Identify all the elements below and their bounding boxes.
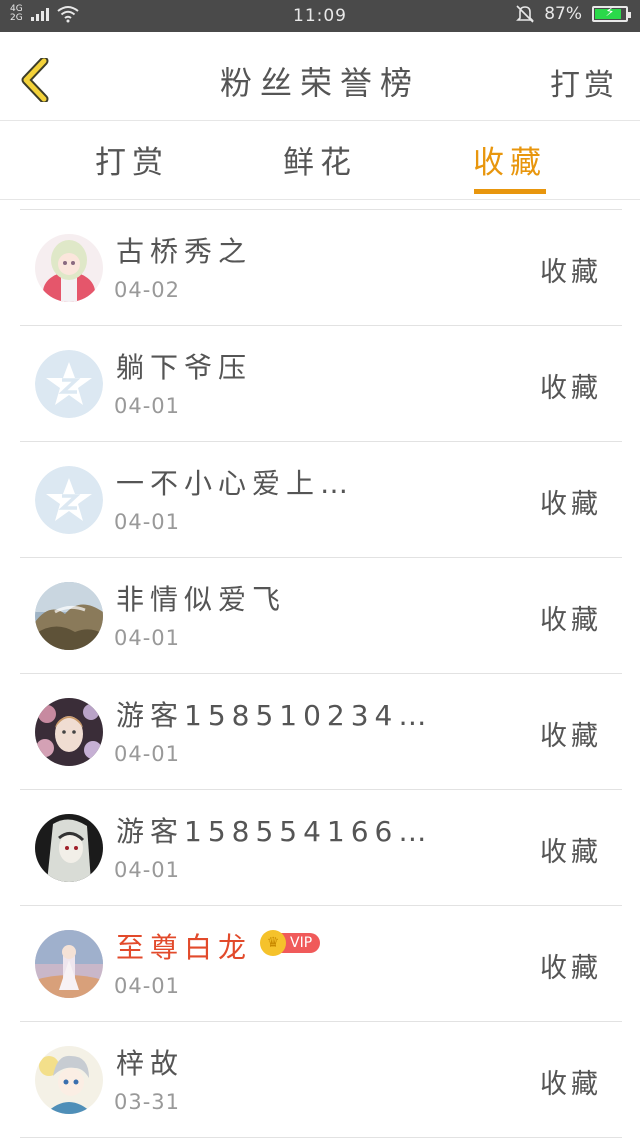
fan-date: 04-01 <box>114 858 181 882</box>
fan-name: 躺下爷压 <box>116 351 253 384</box>
charging-bolt-icon: ⚡ <box>605 5 615 20</box>
tab-reward[interactable]: 打赏 <box>62 137 202 182</box>
default-avatar-icon[interactable] <box>35 350 103 418</box>
default-avatar-icon[interactable] <box>35 466 103 534</box>
fan-date: 04-01 <box>114 510 181 534</box>
page-title: 粉丝荣誉榜 <box>219 64 420 102</box>
list-item[interactable]: 一不小心爱上… 04-01 收藏 <box>20 442 622 558</box>
fan-action: 收藏 <box>540 605 602 636</box>
avatar[interactable] <box>35 698 103 766</box>
fan-name-vip: 至尊白龙 <box>116 931 253 964</box>
battery-percent: 87% <box>544 4 582 24</box>
fan-name: 游客158510234… <box>116 699 433 732</box>
app-header: 粉丝荣誉榜 打赏 <box>0 32 640 121</box>
mute-bell-icon <box>516 5 535 23</box>
fan-action: 收藏 <box>540 953 602 984</box>
tab-favorites[interactable]: 收藏 <box>440 137 580 182</box>
vip-badge: ♛ VIP <box>260 930 321 956</box>
fan-list: 古桥秀之 04-02 收藏 躺下爷压 04-01 收藏 一不小心爱上… 04-0… <box>20 209 622 1138</box>
fan-name: 非情似爱飞 <box>116 583 287 616</box>
fan-action: 收藏 <box>540 837 602 868</box>
fan-action: 收藏 <box>540 489 602 520</box>
avatar[interactable] <box>35 814 103 882</box>
active-tab-indicator <box>474 189 546 194</box>
fan-date: 04-02 <box>114 278 181 302</box>
list-item[interactable]: 躺下爷压 04-01 收藏 <box>20 326 622 442</box>
fan-action: 收藏 <box>540 373 602 404</box>
tab-flowers[interactable]: 鲜花 <box>250 137 390 182</box>
avatar[interactable] <box>35 930 103 998</box>
fan-date: 04-01 <box>114 626 181 650</box>
list-item[interactable]: 古桥秀之 04-02 收藏 <box>20 210 622 326</box>
list-item[interactable]: 梓故 03-31 收藏 <box>20 1022 622 1138</box>
fan-action: 收藏 <box>540 257 602 288</box>
fan-date: 03-31 <box>114 1090 181 1114</box>
avatar[interactable] <box>35 582 103 650</box>
list-item[interactable]: 至尊白龙 ♛ VIP 04-01 收藏 <box>20 906 622 1022</box>
fan-name: 一不小心爱上… <box>116 467 355 500</box>
battery-icon: ⚡ <box>592 5 631 22</box>
status-bar: 4G 2G 11:09 87% ⚡ <box>0 0 640 32</box>
fan-date: 04-01 <box>114 742 181 766</box>
fan-date: 04-01 <box>114 974 181 998</box>
crown-icon: ♛ <box>260 930 286 956</box>
fan-action: 收藏 <box>540 1069 602 1100</box>
vip-label: VIP <box>280 933 321 953</box>
fan-action: 收藏 <box>540 721 602 752</box>
fan-name: 古桥秀之 <box>116 235 253 268</box>
reward-button[interactable]: 打赏 <box>550 60 618 104</box>
list-item[interactable]: 游客158510234… 04-01 收藏 <box>20 674 622 790</box>
fan-name: 梓故 <box>116 1047 185 1080</box>
list-item[interactable]: 游客158554166… 04-01 收藏 <box>20 790 622 906</box>
avatar[interactable] <box>35 234 103 302</box>
tab-bar: 打赏 鲜花 收藏 <box>0 121 640 200</box>
avatar[interactable] <box>35 1046 103 1114</box>
fan-name: 游客158554166… <box>116 815 433 848</box>
fan-date: 04-01 <box>114 394 181 418</box>
list-item[interactable]: 非情似爱飞 04-01 收藏 <box>20 558 622 674</box>
status-right: 87% ⚡ <box>516 4 631 24</box>
